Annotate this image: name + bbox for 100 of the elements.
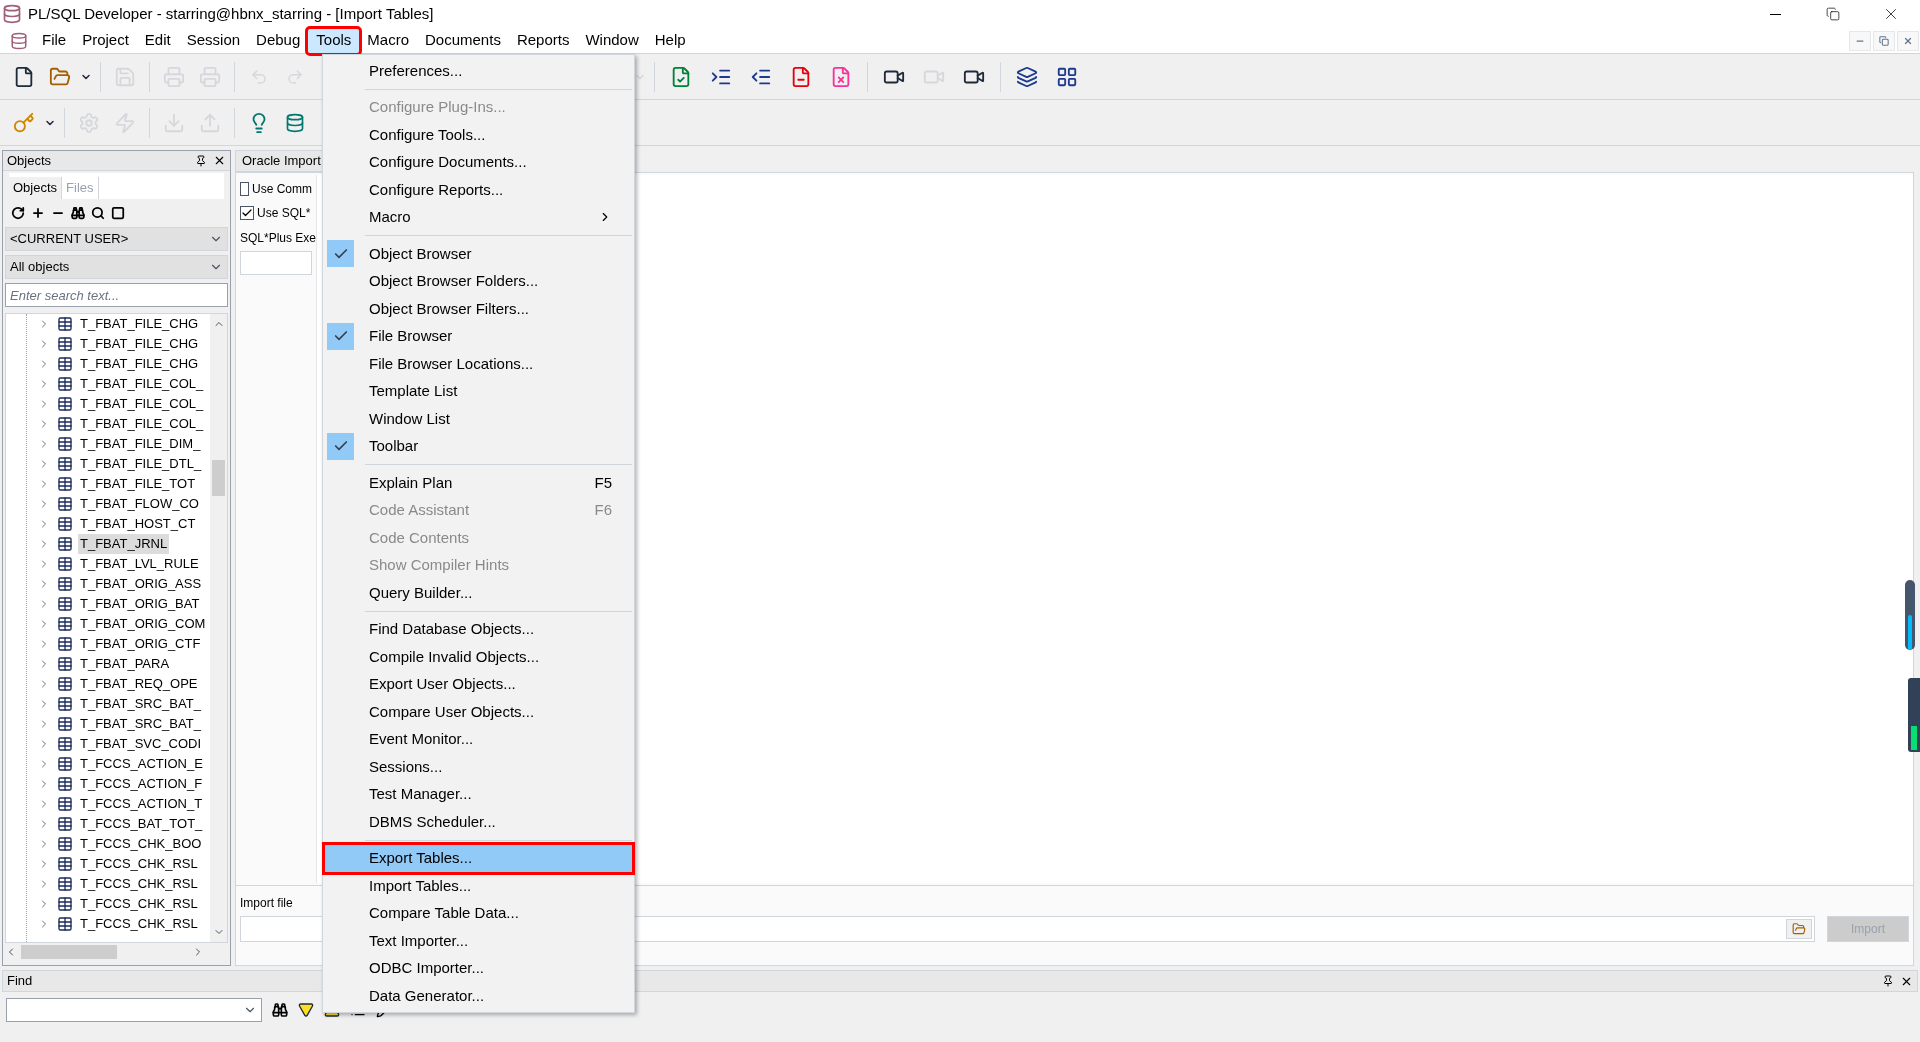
- checkbox[interactable]: [240, 206, 254, 220]
- menu-item[interactable]: Object Browser Folders...: [325, 267, 632, 295]
- menu-bar-item[interactable]: Window: [577, 28, 647, 53]
- tree-item[interactable]: T_FBAT_SRC_BAT_: [78, 714, 203, 734]
- tree-item[interactable]: T_FBAT_FLOW_CO: [78, 494, 201, 514]
- menu-item[interactable]: Configure Reports...: [325, 176, 632, 204]
- plus-icon[interactable]: [31, 206, 45, 220]
- find-combobox[interactable]: [6, 998, 262, 1022]
- close-icon[interactable]: [213, 154, 226, 167]
- tree-item[interactable]: T_FBAT_PARA: [78, 654, 172, 674]
- search-field[interactable]: Enter search text...: [5, 283, 228, 307]
- menu-item[interactable]: ODBC Importer...: [325, 954, 632, 982]
- tree-item[interactable]: T_FBAT_ORIG_BAT: [78, 594, 202, 614]
- menu-bar-item[interactable]: Session: [178, 28, 249, 53]
- tree-item[interactable]: T_FCCS_BAT_TOT_: [78, 814, 205, 834]
- tree-item[interactable]: T_FCCS_CHK_RSL: [78, 894, 200, 914]
- tree-item[interactable]: T_FBAT_FILE_TOT: [78, 474, 198, 494]
- menu-item[interactable]: Sessions...: [325, 753, 632, 781]
- menu-bar-item[interactable]: Project: [74, 28, 137, 53]
- close-icon: [1903, 35, 1913, 46]
- tree-item[interactable]: T_FBAT_FILE_DIM_: [78, 434, 203, 454]
- square-icon[interactable]: [111, 206, 125, 220]
- menu-item[interactable]: Macro: [325, 203, 632, 231]
- menu-item[interactable]: Preferences...: [325, 57, 632, 85]
- menu-item[interactable]: DBMS Scheduler...: [325, 808, 632, 836]
- tree-item[interactable]: T_FBAT_FILE_CHG: [78, 314, 201, 334]
- menu-item[interactable]: Configure Tools...: [325, 121, 632, 149]
- tree-item[interactable]: T_FBAT_ORIG_CTF: [78, 634, 203, 654]
- pin-icon[interactable]: [195, 154, 207, 167]
- pin-icon[interactable]: [1882, 975, 1894, 987]
- tree-item[interactable]: T_FBAT_FILE_DTL_: [78, 454, 204, 474]
- menu-item[interactable]: Data Generator...: [325, 982, 632, 1010]
- tree-item[interactable]: T_FCCS_ACTION_E: [78, 754, 205, 774]
- scrollbar-thumb[interactable]: [21, 945, 117, 959]
- checkbox[interactable]: [240, 182, 249, 196]
- menu-item[interactable]: Event Monitor...: [325, 725, 632, 753]
- mdi-minimize-button[interactable]: [1849, 30, 1871, 51]
- menu-item[interactable]: Import Tables...: [325, 872, 632, 900]
- find-next-icon[interactable]: [298, 1002, 314, 1018]
- binoculars-icon[interactable]: [71, 206, 85, 220]
- tree-item[interactable]: T_FCCS_CHK_BOO: [78, 834, 204, 854]
- user-dropdown[interactable]: <CURRENT USER>: [5, 227, 228, 251]
- tree-item[interactable]: T_FBAT_HOST_CT: [78, 514, 198, 534]
- tree-item[interactable]: T_FCCS_ACTION_T: [78, 794, 205, 814]
- menu-bar-item[interactable]: Documents: [417, 28, 509, 53]
- menu-item[interactable]: Export User Objects...: [325, 670, 632, 698]
- tree-item[interactable]: T_FBAT_FILE_CHG: [78, 334, 201, 354]
- tree-item[interactable]: T_FBAT_SRC_BAT_: [78, 694, 203, 714]
- tree-item[interactable]: T_FBAT_LVL_RULE: [78, 554, 201, 574]
- tree-item[interactable]: T_FBAT_FILE_COL_: [78, 414, 206, 434]
- menu-item[interactable]: Compare User Objects...: [325, 698, 632, 726]
- tree-item[interactable]: T_FCCS_CHK_RSL: [78, 854, 200, 874]
- menu-bar-item[interactable]: Macro: [359, 28, 417, 53]
- menu-item[interactable]: Text Importer...: [325, 927, 632, 955]
- menu-item[interactable]: Toolbar: [325, 432, 632, 460]
- tree-item[interactable]: T_FBAT_REQ_OPE: [78, 674, 200, 694]
- tree-item[interactable]: T_FCCS_CHK_RSL: [78, 874, 200, 894]
- tree-item[interactable]: T_FBAT_JRNL: [78, 534, 170, 554]
- menu-bar-item[interactable]: Help: [646, 28, 694, 53]
- menu-bar-item[interactable]: File: [34, 28, 75, 53]
- menu-item[interactable]: Template List: [325, 377, 632, 405]
- window-title: PL/SQL Developer - starring@hbnx_starring - [Import Tables]: [28, 3, 434, 24]
- menu-item[interactable]: Compare Table Data...: [325, 899, 632, 927]
- menu-bar-item[interactable]: Edit: [136, 28, 179, 53]
- table-icon: [56, 316, 74, 332]
- tree-item[interactable]: T_FBAT_ORIG_COM: [78, 614, 208, 634]
- folder-button[interactable]: [1786, 919, 1812, 939]
- menu-item[interactable]: Find Database Objects...: [325, 615, 632, 643]
- refresh-icon[interactable]: [11, 206, 25, 220]
- menu-item[interactable]: Explain Plan F5: [325, 469, 632, 497]
- menu-item[interactable]: File Browser: [325, 322, 632, 350]
- menu-item[interactable]: Compile Invalid Objects...: [325, 643, 632, 671]
- exe-path-field[interactable]: [240, 251, 312, 275]
- tree-item[interactable]: T_FBAT_ORIG_ASS: [78, 574, 204, 594]
- vertical-scrollbar[interactable]: [210, 314, 227, 942]
- mdi-restore-button[interactable]: [1873, 30, 1895, 51]
- side-slider[interactable]: [1905, 580, 1915, 650]
- menu-item[interactable]: Test Manager...: [325, 780, 632, 808]
- scrollbar-thumb[interactable]: [212, 460, 225, 496]
- menu-bar-item[interactable]: Reports: [508, 28, 578, 53]
- menu-bar-item[interactable]: Debug: [248, 28, 309, 53]
- menu-item[interactable]: Window List: [325, 405, 632, 433]
- tree-item[interactable]: T_FBAT_SVC_CODI: [78, 734, 204, 754]
- menu-item[interactable]: File Browser Locations...: [325, 350, 632, 378]
- filter-dropdown[interactable]: All objects: [5, 255, 228, 279]
- menu-item[interactable]: Export Tables...: [325, 844, 632, 872]
- tree-item[interactable]: T_FBAT_FILE_COL_: [78, 374, 206, 394]
- tree-item[interactable]: T_FCCS_CHK_RSL: [78, 914, 200, 934]
- menu-item[interactable]: Object Browser: [325, 240, 632, 268]
- menu-item[interactable]: Object Browser Filters...: [325, 295, 632, 323]
- tree-item[interactable]: T_FCCS_ACTION_F: [78, 774, 205, 794]
- search-icon[interactable]: [91, 206, 105, 220]
- menu-item[interactable]: Query Builder...: [325, 579, 632, 607]
- panel-tab[interactable]: Objects: [9, 177, 63, 199]
- tree-item[interactable]: T_FBAT_FILE_CHG: [78, 354, 201, 374]
- tree-item[interactable]: T_FBAT_FILE_COL_: [78, 394, 206, 414]
- binoculars-icon[interactable]: [272, 1002, 288, 1018]
- mdi-close-button[interactable]: [1897, 30, 1919, 51]
- menu-item[interactable]: Configure Documents...: [325, 148, 632, 176]
- menu-bar-item[interactable]: Tools: [308, 28, 360, 53]
